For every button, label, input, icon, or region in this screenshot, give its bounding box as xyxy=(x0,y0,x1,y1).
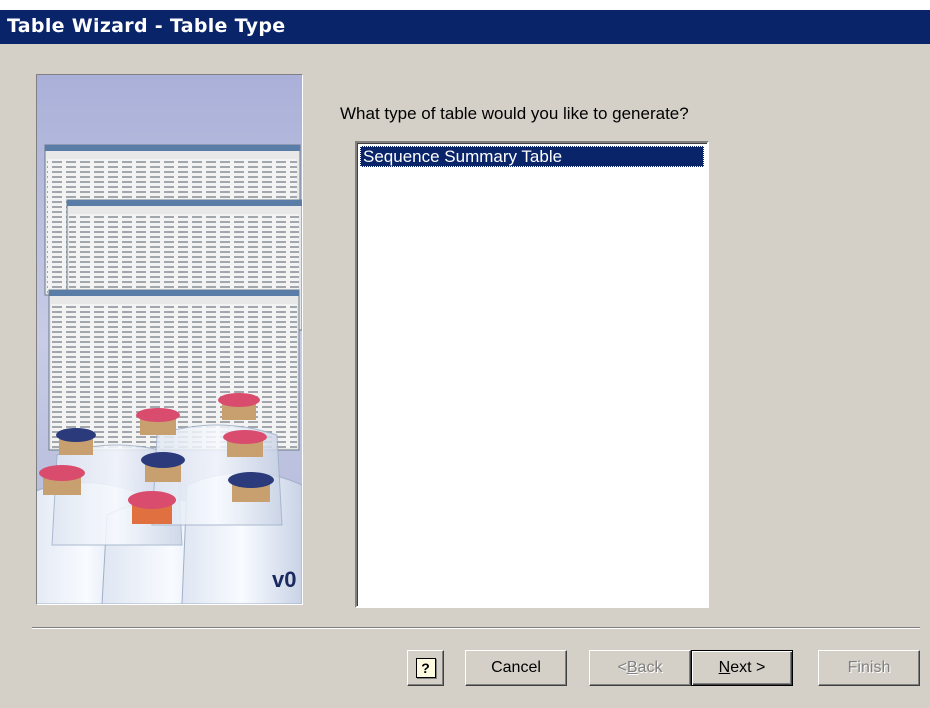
finish-button[interactable]: Finish xyxy=(818,650,920,686)
back-button[interactable]: < Back xyxy=(589,650,691,686)
wizard-side-image: v0 xyxy=(36,74,303,605)
list-item-sequence-summary-table[interactable]: Sequence Summary Table xyxy=(360,146,704,167)
help-button[interactable]: ? xyxy=(407,650,444,686)
back-button-rest: ack xyxy=(637,659,663,676)
table-wizard-dialog: Table Wizard - Table Type v0 What type o… xyxy=(0,10,930,708)
back-button-prefix: < xyxy=(617,659,627,676)
table-type-listbox[interactable]: Sequence Summary Table xyxy=(355,141,709,608)
help-icon: ? xyxy=(415,658,436,678)
button-area-separator xyxy=(32,627,920,629)
svg-text:v0: v0 xyxy=(272,567,296,592)
vials-spreadsheet-illustration: v0 xyxy=(37,75,302,604)
spreadsheet-stack xyxy=(44,144,302,451)
table-type-prompt: What type of table would you like to gen… xyxy=(340,104,689,123)
window-title: Table Wizard - Table Type xyxy=(7,15,286,37)
back-button-mnemonic: B xyxy=(626,659,638,676)
next-button[interactable]: Next > xyxy=(691,650,793,686)
next-button-mnemonic: N xyxy=(718,659,731,676)
title-bar[interactable]: Table Wizard - Table Type xyxy=(0,10,930,44)
next-button-rest: ext > xyxy=(730,659,766,676)
cancel-button[interactable]: Cancel xyxy=(465,650,567,686)
